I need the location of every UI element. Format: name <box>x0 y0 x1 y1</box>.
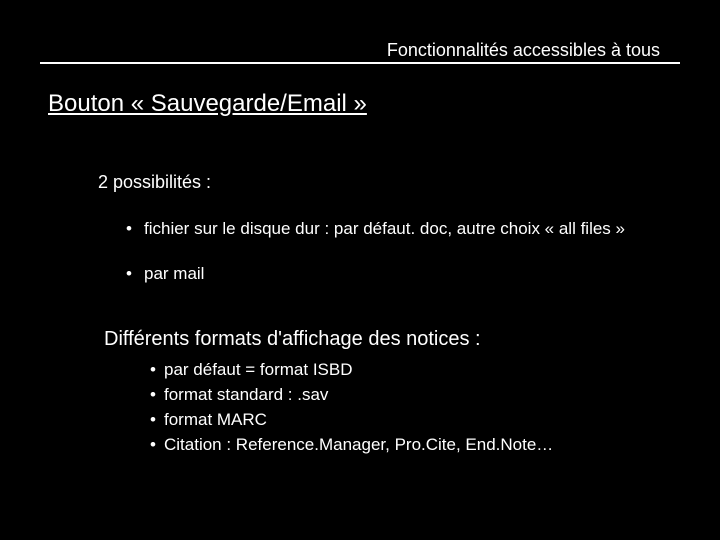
list-item: par mail <box>144 263 680 286</box>
slide-title: Bouton « Sauvegarde/Email » <box>48 90 367 118</box>
formats-heading: Différents formats d'affichage des notic… <box>104 326 680 353</box>
divider <box>40 62 680 64</box>
list-item: Citation : Reference.Manager, Pro.Cite, … <box>164 434 680 457</box>
context-label: Fonctionnalités accessibles à tous <box>0 40 720 61</box>
slide-body: 2 possibilités : fichier sur le disque d… <box>98 170 680 459</box>
slide: Fonctionnalités accessibles à tous Bouto… <box>0 0 720 540</box>
list-item: format MARC <box>164 409 680 432</box>
list-item: format standard : .sav <box>164 384 680 407</box>
list-item: par défaut = format ISBD <box>164 359 680 382</box>
possibilities-list: fichier sur le disque dur : par défaut. … <box>98 218 680 286</box>
formats-list: par défaut = format ISBD format standard… <box>98 359 680 457</box>
list-item: fichier sur le disque dur : par défaut. … <box>144 218 680 241</box>
intro-text: 2 possibilités : <box>98 170 680 194</box>
